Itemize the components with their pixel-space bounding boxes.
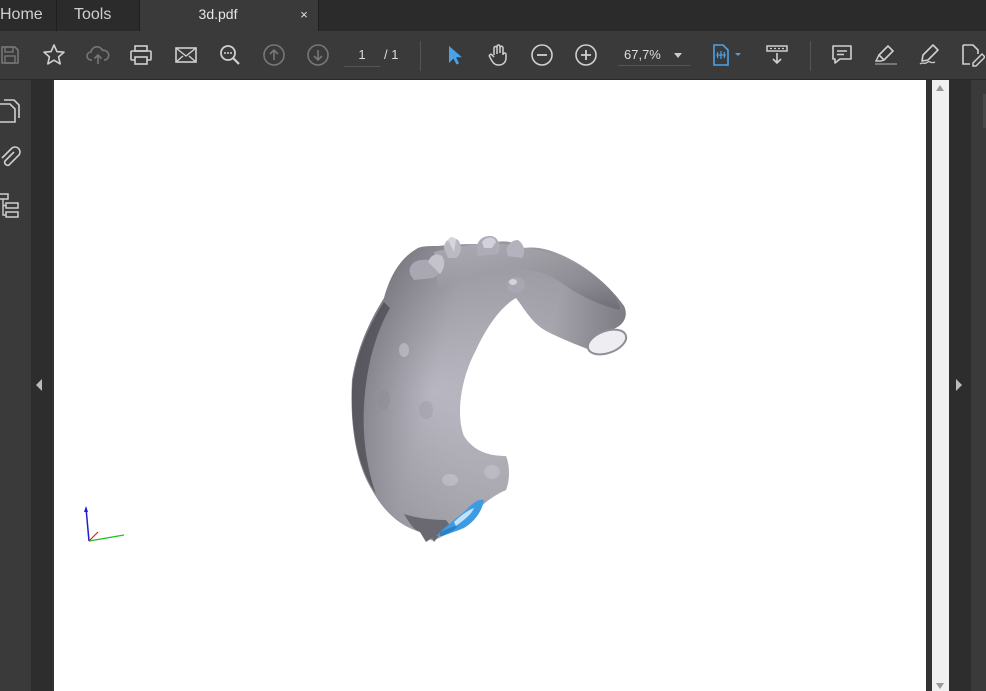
document-page[interactable] xyxy=(54,80,926,691)
chevron-left-icon xyxy=(36,379,42,391)
vertical-scrollbar[interactable] xyxy=(932,80,949,691)
scroll-mode-icon[interactable] xyxy=(761,39,793,71)
tab-tools[interactable]: Tools xyxy=(56,0,138,31)
zoom-value: 67,7% xyxy=(624,47,661,62)
aorta-model xyxy=(351,236,628,542)
zoom-out-icon[interactable] xyxy=(526,39,558,71)
edit-pdf-icon[interactable] xyxy=(958,39,986,71)
left-navigation-rail xyxy=(0,80,32,691)
save-icon[interactable] xyxy=(0,39,26,71)
search-icon[interactable] xyxy=(214,39,246,71)
attachment-icon[interactable] xyxy=(0,144,22,170)
zoom-dropdown[interactable]: 67,7% xyxy=(618,44,690,66)
close-icon[interactable]: × xyxy=(296,0,312,31)
left-panel-toggle[interactable] xyxy=(31,80,52,691)
page-total: / 1 xyxy=(384,47,399,62)
chevron-down-icon xyxy=(674,53,682,58)
select-arrow-icon[interactable] xyxy=(438,39,470,71)
right-tools-rail xyxy=(970,80,986,691)
page-up-icon[interactable] xyxy=(258,39,290,71)
model-tree-icon[interactable] xyxy=(0,192,22,218)
tab-home[interactable]: Home xyxy=(0,0,44,31)
print-icon[interactable] xyxy=(125,39,157,71)
email-icon[interactable] xyxy=(170,39,202,71)
cloud-upload-icon[interactable] xyxy=(82,39,114,71)
pages-icon[interactable] xyxy=(0,98,22,124)
scroll-up-icon[interactable] xyxy=(936,85,944,91)
hand-icon[interactable] xyxy=(482,39,514,71)
star-icon[interactable] xyxy=(38,39,70,71)
right-panel-toggle[interactable] xyxy=(949,80,970,691)
page-number-input[interactable]: 1 xyxy=(344,44,380,67)
toolbar-divider xyxy=(420,41,421,71)
3d-model-view[interactable] xyxy=(54,80,926,691)
fit-page-icon[interactable] xyxy=(706,39,746,71)
page-down-icon[interactable] xyxy=(302,39,334,71)
zoom-in-icon[interactable] xyxy=(570,39,602,71)
chevron-right-icon xyxy=(956,379,962,391)
main-toolbar: 1 / 1 67,7% xyxy=(0,31,986,80)
sign-icon[interactable] xyxy=(914,39,946,71)
axis-triad-icon xyxy=(84,506,125,542)
highlight-icon[interactable] xyxy=(870,39,902,71)
tab-bar: Home Tools 3d.pdf × xyxy=(0,0,986,31)
scroll-down-icon[interactable] xyxy=(936,683,944,689)
tab-document-label: 3d.pdf xyxy=(198,6,238,22)
tab-document[interactable]: 3d.pdf × xyxy=(139,0,319,31)
toolbar-divider xyxy=(810,41,811,71)
comment-icon[interactable] xyxy=(826,39,858,71)
